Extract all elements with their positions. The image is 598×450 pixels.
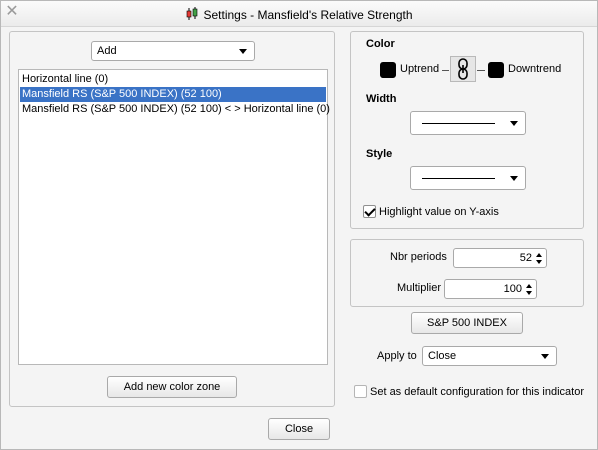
- spinner-up-icon[interactable]: [536, 253, 542, 257]
- periods-spinner[interactable]: 52: [453, 248, 547, 268]
- chevron-down-icon: [510, 176, 518, 181]
- chevron-down-icon: [239, 49, 247, 54]
- indicator-list[interactable]: Horizontal line (0) Mansfield RS (S&P 50…: [18, 69, 330, 365]
- chevron-down-icon: [541, 354, 549, 359]
- width-label: Width: [366, 93, 397, 105]
- spinner-down-icon[interactable]: [536, 260, 542, 264]
- style-panel: Color Uptrend Downtrend Width Style High…: [350, 31, 584, 229]
- highlight-checkbox[interactable]: [363, 205, 376, 218]
- apply-to-combo[interactable]: Close: [422, 346, 557, 366]
- list-item[interactable]: Mansfield RS (S&P 500 INDEX) (52 100) < …: [20, 102, 330, 117]
- multiplier-spinner[interactable]: 100: [444, 279, 537, 299]
- color-label: Color: [366, 38, 395, 50]
- settings-dialog: ✕ Settings - Mansfield's Relative Streng…: [0, 0, 598, 450]
- list-item[interactable]: Horizontal line (0): [20, 72, 326, 87]
- periods-label: Nbr periods: [390, 251, 447, 263]
- style-label: Style: [366, 148, 393, 160]
- default-config-checkbox[interactable]: [354, 385, 367, 398]
- multiplier-label: Multiplier: [397, 282, 442, 294]
- periods-value: 52: [519, 252, 532, 264]
- title-bar: ✕ Settings - Mansfield's Relative Streng…: [1, 1, 597, 27]
- chain-link-icon[interactable]: [450, 56, 476, 82]
- chevron-down-icon: [510, 121, 518, 126]
- apply-to-value: Close: [428, 350, 457, 362]
- index-button[interactable]: S&P 500 INDEX: [411, 312, 523, 334]
- spinner-down-icon[interactable]: [526, 291, 532, 295]
- parameters-panel: Nbr periods 52 Multiplier 100: [350, 239, 584, 307]
- uptrend-label: Uptrend: [400, 63, 440, 75]
- window-title-text: Settings - Mansfield's Relative Strength: [203, 8, 413, 22]
- width-combo[interactable]: [410, 111, 526, 135]
- add-combo-value: Add: [97, 45, 117, 57]
- spinner-up-icon[interactable]: [526, 284, 532, 288]
- list-item[interactable]: Mansfield RS (S&P 500 INDEX) (52 100): [20, 87, 326, 102]
- uptrend-color-swatch[interactable]: [380, 62, 396, 78]
- downtrend-label: Downtrend: [508, 63, 562, 75]
- default-config-label: Set as default configuration for this in…: [370, 386, 585, 398]
- window-title: Settings - Mansfield's Relative Strength: [1, 7, 597, 22]
- close-button[interactable]: Close: [268, 418, 330, 440]
- highlight-label: Highlight value on Y-axis: [379, 206, 499, 218]
- link-connector-left: [442, 70, 449, 71]
- multiplier-value: 100: [503, 283, 522, 295]
- link-connector-right: [477, 70, 485, 71]
- apply-to-label: Apply to: [377, 350, 417, 362]
- style-line-sample: [422, 178, 495, 179]
- downtrend-color-swatch[interactable]: [488, 62, 504, 78]
- width-line-sample: [422, 123, 495, 124]
- candlestick-icon: [187, 7, 198, 20]
- add-combo[interactable]: Add: [91, 41, 255, 61]
- style-combo[interactable]: [410, 166, 526, 190]
- add-color-zone-button[interactable]: Add new color zone: [107, 376, 237, 398]
